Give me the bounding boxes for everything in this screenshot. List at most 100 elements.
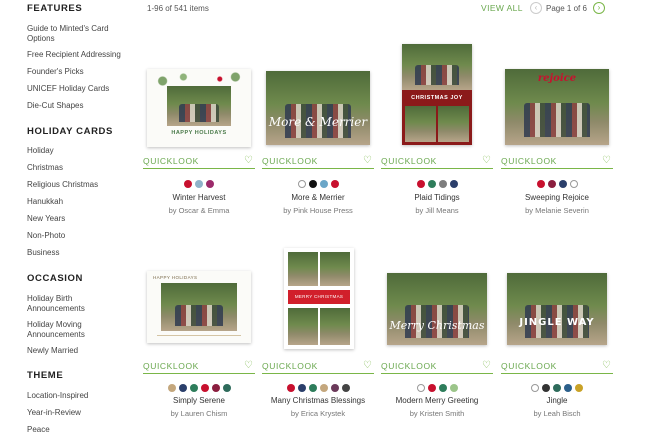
product-name[interactable]: Many Christmas Blessings bbox=[262, 396, 374, 405]
card-overlay-text: More & Merrier bbox=[268, 115, 368, 129]
color-swatch[interactable] bbox=[211, 384, 220, 392]
quicklook-button[interactable]: QUICKLOOK bbox=[501, 361, 557, 371]
color-swatch[interactable] bbox=[564, 384, 572, 392]
color-swatch[interactable] bbox=[542, 384, 550, 392]
heart-icon[interactable]: ♡ bbox=[244, 360, 253, 371]
color-swatch[interactable] bbox=[297, 180, 306, 188]
color-swatch[interactable] bbox=[297, 384, 306, 392]
product-name[interactable]: Winter Harvest bbox=[143, 193, 255, 202]
product-artist[interactable]: by Melanie Severin bbox=[501, 206, 613, 215]
product-name[interactable]: Modern Merry Greeting bbox=[381, 396, 493, 405]
sidebar-item-card-options-guide[interactable]: Guide to Minted's Card Options bbox=[27, 24, 132, 44]
product-artist[interactable]: by Erica Krystek bbox=[262, 409, 374, 418]
color-swatch[interactable] bbox=[575, 384, 583, 392]
color-swatch[interactable] bbox=[416, 180, 425, 188]
sidebar-item-business[interactable]: Business bbox=[27, 248, 132, 258]
color-swatch[interactable] bbox=[449, 384, 458, 392]
heart-icon[interactable]: ♡ bbox=[602, 155, 611, 166]
quicklook-button[interactable]: QUICKLOOK bbox=[381, 361, 437, 371]
color-swatch[interactable] bbox=[330, 180, 339, 188]
color-swatch[interactable] bbox=[438, 180, 447, 188]
sidebar-item-holiday[interactable]: Holiday bbox=[27, 146, 132, 156]
sidebar-item-christmas[interactable]: Christmas bbox=[27, 163, 132, 173]
color-swatch[interactable] bbox=[531, 384, 539, 392]
color-swatch[interactable] bbox=[438, 384, 447, 392]
heart-icon[interactable]: ♡ bbox=[482, 360, 491, 371]
product-artist[interactable]: by Jill Means bbox=[381, 206, 493, 215]
color-swatch[interactable] bbox=[319, 384, 328, 392]
product-artist[interactable]: by Leah Bisch bbox=[501, 409, 613, 418]
color-swatch[interactable] bbox=[308, 384, 317, 392]
color-swatch[interactable] bbox=[178, 384, 187, 392]
color-swatch[interactable] bbox=[319, 180, 328, 188]
sidebar-item-religious-christmas[interactable]: Religious Christmas bbox=[27, 180, 132, 190]
product-thumbnail[interactable]: MERRY CHRISTMAS bbox=[262, 245, 374, 355]
product-thumbnail[interactable]: Merry Christmas bbox=[381, 245, 493, 355]
sidebar-item-hanukkah[interactable]: Hanukkah bbox=[27, 197, 132, 207]
color-swatch[interactable] bbox=[547, 180, 556, 188]
quicklook-button[interactable]: QUICKLOOK bbox=[143, 156, 199, 166]
product-name[interactable]: Simply Serene bbox=[143, 396, 255, 405]
heart-icon[interactable]: ♡ bbox=[602, 360, 611, 371]
color-swatch[interactable] bbox=[222, 384, 231, 392]
product-artist[interactable]: by Kristen Smith bbox=[381, 409, 493, 418]
product-thumbnail[interactable]: rejoice bbox=[501, 0, 613, 152]
color-swatch[interactable] bbox=[536, 180, 545, 188]
color-swatch[interactable] bbox=[206, 180, 214, 188]
product-name[interactable]: More & Merrier bbox=[262, 193, 374, 202]
color-swatch[interactable] bbox=[416, 384, 425, 392]
sidebar-item-location-inspired[interactable]: Location-Inspired bbox=[27, 391, 132, 401]
color-swatch[interactable] bbox=[167, 384, 176, 392]
sidebar-item-peace[interactable]: Peace bbox=[27, 425, 132, 435]
sidebar-item-new-years[interactable]: New Years bbox=[27, 214, 132, 224]
color-swatch[interactable] bbox=[184, 180, 192, 188]
color-swatch[interactable] bbox=[189, 384, 198, 392]
quicklook-button[interactable]: QUICKLOOK bbox=[501, 156, 557, 166]
heart-icon[interactable]: ♡ bbox=[482, 155, 491, 166]
product-thumbnail[interactable]: HAPPY HOLIDAYS bbox=[143, 245, 255, 355]
product-thumbnail[interactable]: JINGLE WAY bbox=[501, 245, 613, 355]
color-swatch[interactable] bbox=[427, 180, 436, 188]
color-swatch[interactable] bbox=[569, 180, 578, 188]
product-artist[interactable]: by Oscar & Emma bbox=[143, 206, 255, 215]
color-swatch[interactable] bbox=[330, 384, 339, 392]
color-swatch[interactable] bbox=[195, 180, 203, 188]
product-thumbnail[interactable]: HAPPY HOLIDAYS bbox=[143, 0, 255, 152]
color-swatch[interactable] bbox=[553, 384, 561, 392]
sidebar-item-free-addressing[interactable]: Free Recipient Addressing bbox=[27, 50, 132, 60]
quicklook-button[interactable]: QUICKLOOK bbox=[262, 361, 318, 371]
sidebar-item-die-cut-shapes[interactable]: Die-Cut Shapes bbox=[27, 101, 132, 111]
color-swatch[interactable] bbox=[427, 384, 436, 392]
heart-icon[interactable]: ♡ bbox=[363, 360, 372, 371]
product-thumbnail[interactable]: More & Merrier bbox=[262, 0, 374, 152]
product-thumbnail[interactable]: CHRISTMAS JOY bbox=[381, 0, 493, 152]
sidebar-item-non-photo[interactable]: Non-Photo bbox=[27, 231, 132, 241]
product-name[interactable]: Sweeping Rejoice bbox=[501, 193, 613, 202]
color-swatch[interactable] bbox=[449, 180, 458, 188]
sidebar-heading-occasion: OCCASION bbox=[27, 273, 83, 284]
sidebar-item-year-in-review[interactable]: Year-in-Review bbox=[27, 408, 132, 418]
color-swatches bbox=[262, 384, 374, 392]
color-swatch[interactable] bbox=[558, 180, 567, 188]
color-swatch[interactable] bbox=[200, 384, 209, 392]
sidebar-item-moving-announcements[interactable]: Holiday Moving Announcements bbox=[27, 320, 122, 340]
product-name[interactable]: Jingle bbox=[501, 396, 613, 405]
heart-icon[interactable]: ♡ bbox=[363, 155, 372, 166]
quicklook-button[interactable]: QUICKLOOK bbox=[381, 156, 437, 166]
sidebar-item-unicef-cards[interactable]: UNICEF Holiday Cards bbox=[27, 84, 132, 94]
sidebar-item-founders-picks[interactable]: Founder's Picks bbox=[27, 67, 132, 77]
sidebar-item-newly-married[interactable]: Newly Married bbox=[27, 346, 132, 356]
product-artist[interactable]: by Pink House Press bbox=[262, 206, 374, 215]
color-swatch[interactable] bbox=[341, 384, 350, 392]
color-swatch[interactable] bbox=[286, 384, 295, 392]
product-card-winter-harvest: HAPPY HOLIDAYS QUICKLOOK ♡ Winter Harvest… bbox=[143, 0, 255, 215]
product-artist[interactable]: by Lauren Chism bbox=[143, 409, 255, 418]
product-name[interactable]: Plaid Tidings bbox=[381, 193, 493, 202]
quicklook-button[interactable]: QUICKLOOK bbox=[143, 361, 199, 371]
quicklook-button[interactable]: QUICKLOOK bbox=[262, 156, 318, 166]
color-swatch[interactable] bbox=[308, 180, 317, 188]
card-overlay-text: rejoice bbox=[537, 73, 577, 84]
product-card-plaid-tidings: CHRISTMAS JOY QUICKLOOK ♡ Plaid Tidings b… bbox=[381, 0, 493, 215]
heart-icon[interactable]: ♡ bbox=[244, 155, 253, 166]
sidebar-item-birth-announcements[interactable]: Holiday Birth Announcements bbox=[27, 294, 122, 314]
